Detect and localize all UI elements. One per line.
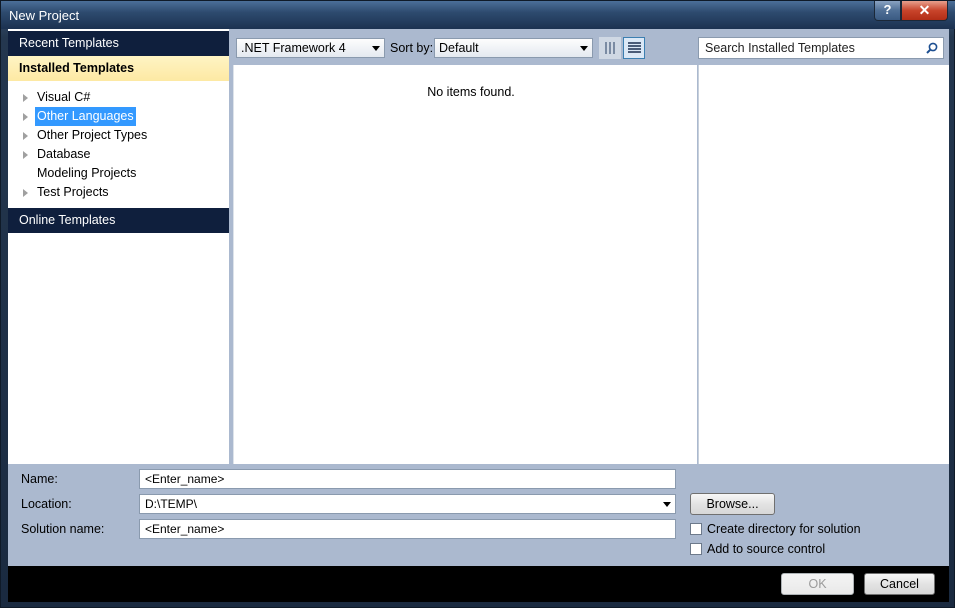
new-project-dialog: New Project ? ✕ Recent Templates Install… <box>0 0 955 608</box>
expand-arrow-icon[interactable] <box>23 151 28 159</box>
dialog-client-area: Recent Templates Installed Templates Vis… <box>8 29 949 602</box>
create-directory-label: Create directory for solution <box>707 522 861 536</box>
name-label: Name: <box>21 472 58 486</box>
search-installed-templates-input[interactable]: Search Installed Templates <box>698 37 944 59</box>
tree-item-database[interactable]: Database <box>8 145 229 164</box>
tree-item-label: Test Projects <box>37 185 109 199</box>
template-toolbar: .NET Framework 4 Sort by: Default Search… <box>233 29 949 65</box>
sort-by-value: Default <box>439 41 479 55</box>
tree-item-other-languages[interactable]: Other Languages <box>8 107 229 126</box>
template-details-pane <box>698 65 949 464</box>
expand-arrow-icon[interactable] <box>23 94 28 102</box>
ok-button[interactable]: OK <box>781 573 854 595</box>
framework-dropdown[interactable]: .NET Framework 4 <box>236 38 385 58</box>
grid-view-icon <box>605 42 616 54</box>
help-button[interactable]: ? <box>874 1 901 21</box>
window-title: New Project <box>9 8 80 23</box>
tree-item-visual-csharp[interactable]: Visual C# <box>8 88 229 107</box>
details-view-button[interactable] <box>623 37 645 59</box>
project-name-value: <Enter_name> <box>145 472 225 486</box>
title-bar[interactable]: New Project ? ✕ <box>1 1 955 29</box>
expand-arrow-icon[interactable] <box>23 113 28 121</box>
chevron-down-icon <box>580 46 588 51</box>
source-control-label: Add to source control <box>707 542 826 556</box>
location-label: Location: <box>21 497 72 511</box>
medium-icons-view-button[interactable] <box>599 37 621 59</box>
project-name-field[interactable]: <Enter_name> <box>139 469 676 489</box>
installed-templates-header[interactable]: Installed Templates <box>8 56 229 81</box>
sort-by-label: Sort by: <box>390 41 434 55</box>
tree-item-label: Other Languages <box>35 107 136 126</box>
location-combobox[interactable]: D:\TEMP\ <box>139 494 676 514</box>
chevron-down-icon <box>372 46 380 51</box>
dialog-footer: OK Cancel <box>8 566 949 602</box>
online-templates-header[interactable]: Online Templates <box>8 208 229 233</box>
expand-arrow-icon[interactable] <box>23 189 28 197</box>
tree-item-modeling-projects[interactable]: Modeling Projects <box>8 164 229 183</box>
framework-dropdown-value: .NET Framework 4 <box>241 41 346 55</box>
tree-item-label: Visual C# <box>37 90 91 104</box>
search-icon[interactable] <box>926 42 938 54</box>
chevron-down-icon[interactable] <box>663 502 671 507</box>
tree-item-label: Other Project Types <box>37 128 148 142</box>
search-placeholder: Search Installed Templates <box>705 41 855 55</box>
solution-name-value: <Enter_name> <box>145 522 225 536</box>
close-button[interactable]: ✕ <box>901 1 948 21</box>
template-list[interactable]: No items found. <box>233 65 697 464</box>
solution-name-label: Solution name: <box>21 522 105 536</box>
tree-item-label: Modeling Projects <box>37 166 137 180</box>
tree-item-other-project-types[interactable]: Other Project Types <box>8 126 229 145</box>
tree-item-test-projects[interactable]: Test Projects <box>8 183 229 202</box>
template-categories-pane: Recent Templates Installed Templates Vis… <box>8 29 229 464</box>
list-view-icon <box>628 42 641 54</box>
sort-by-dropdown[interactable]: Default <box>434 38 593 58</box>
recent-templates-header[interactable]: Recent Templates <box>8 31 229 56</box>
create-directory-checkbox[interactable] <box>690 523 702 535</box>
expand-arrow-icon[interactable] <box>23 132 28 140</box>
source-control-checkbox[interactable] <box>690 543 702 555</box>
template-tree: Visual C# Other Languages Other Project … <box>8 88 229 202</box>
cancel-button[interactable]: Cancel <box>864 573 935 595</box>
solution-name-field[interactable]: <Enter_name> <box>139 519 676 539</box>
location-value: D:\TEMP\ <box>145 497 198 511</box>
browse-button[interactable]: Browse... <box>690 493 775 515</box>
empty-list-message: No items found. <box>427 85 515 99</box>
tree-item-label: Database <box>37 147 91 161</box>
